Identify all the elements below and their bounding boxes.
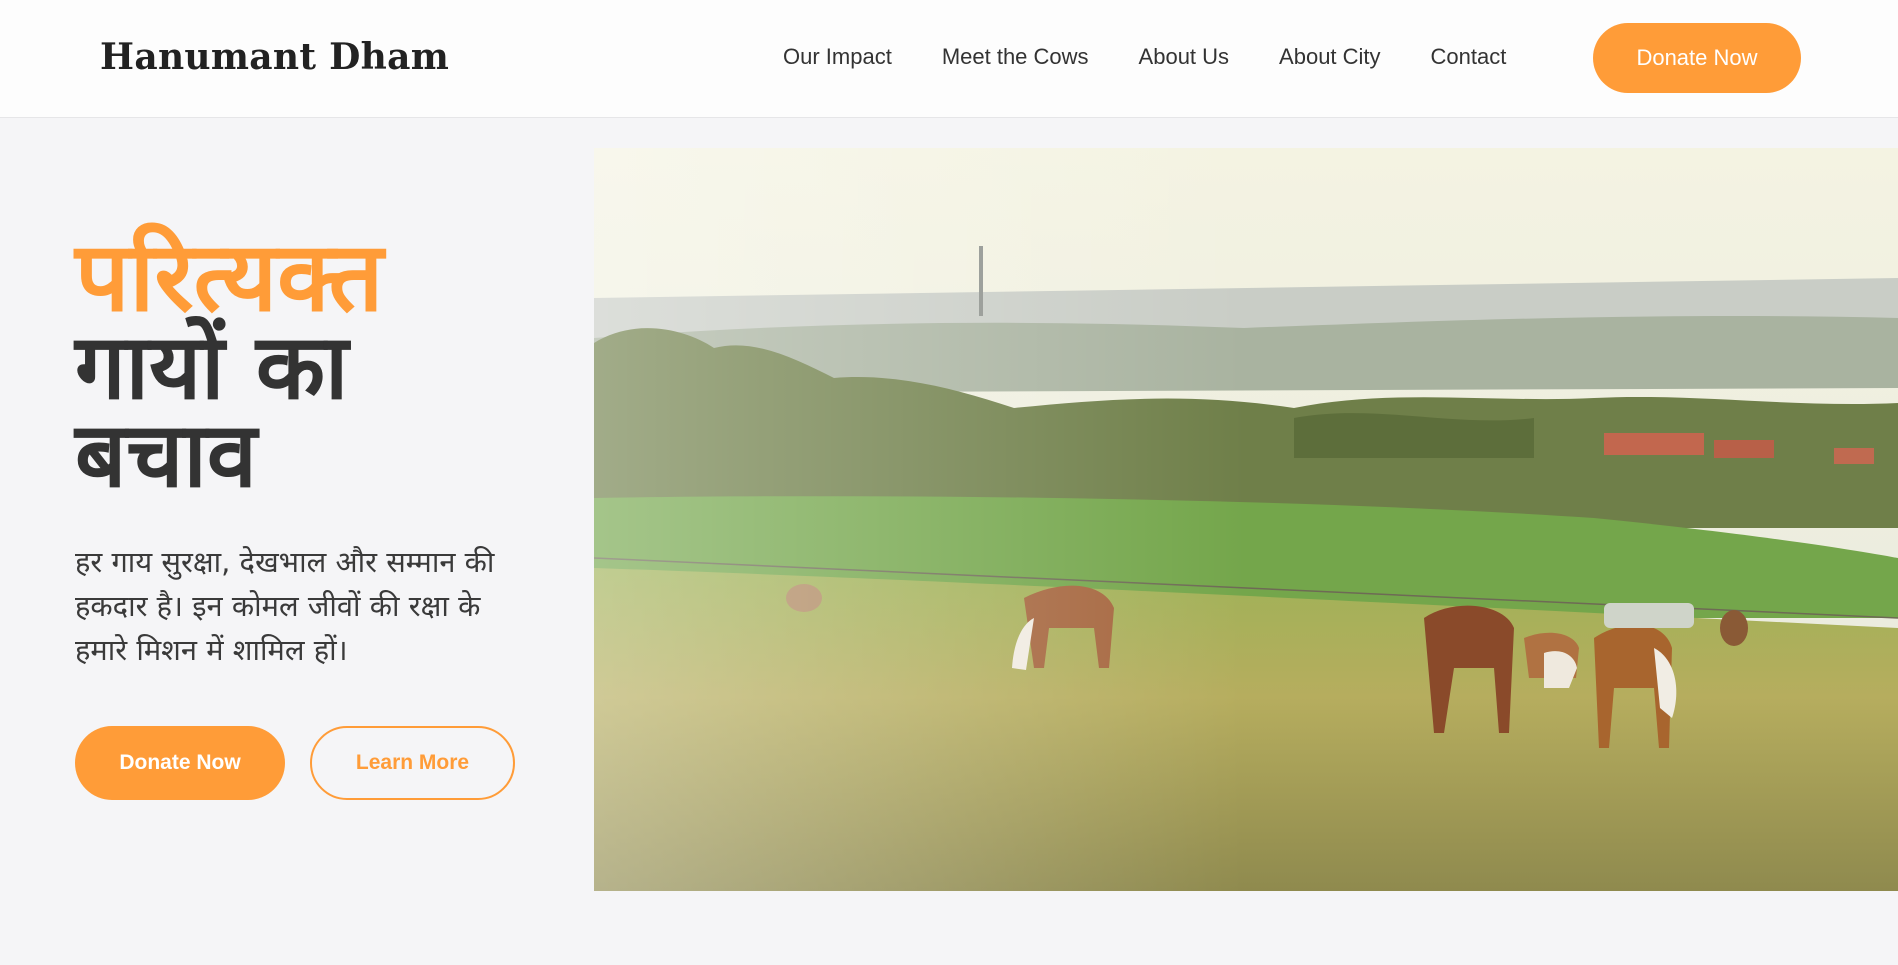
brand-logo[interactable]: Hanumant Dham <box>100 36 449 78</box>
nav-link-contact[interactable]: Contact <box>1431 44 1507 70</box>
hero-learn-more-button[interactable]: Learn More <box>310 726 515 800</box>
nav-link-meet-the-cows[interactable]: Meet the Cows <box>942 44 1089 70</box>
hero-subtitle: हर गाय सुरक्षा, देखभाल और सम्मान की हकदा… <box>75 545 495 667</box>
nav-donate-button[interactable]: Donate Now <box>1593 23 1801 93</box>
hero-title: परित्यक्त गायों का बचाव <box>75 221 575 508</box>
hero-title-line-2: गायों का <box>75 315 349 420</box>
hero-image-cows-pasture <box>594 148 1898 891</box>
pasture-illustration <box>594 148 1898 891</box>
main-nav: Our Impact Meet the Cows About Us About … <box>783 44 1556 70</box>
nav-link-our-impact[interactable]: Our Impact <box>783 44 892 70</box>
hero-title-accent: परित्यक्त <box>75 221 384 333</box>
top-navbar: Hanumant Dham Our Impact Meet the Cows A… <box>0 0 1898 118</box>
nav-link-about-us[interactable]: About Us <box>1139 44 1230 70</box>
nav-link-about-city[interactable]: About City <box>1279 44 1381 70</box>
hero-title-line-3: बचाव <box>75 403 257 508</box>
hero-donate-button[interactable]: Donate Now <box>75 726 285 800</box>
